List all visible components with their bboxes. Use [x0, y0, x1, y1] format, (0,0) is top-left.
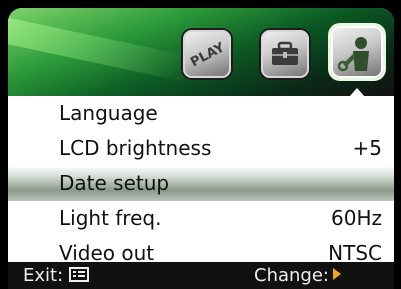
menu-item-label: Light freq. [59, 206, 162, 230]
setup-menu: Language LCD brightness +5 Date setup Li… [8, 96, 394, 271]
menu-item-label: Language [59, 101, 158, 125]
menu-item-lcd-brightness[interactable]: LCD brightness +5 [8, 131, 394, 166]
header-light-streak [8, 14, 199, 84]
tab-setup[interactable] [331, 26, 383, 78]
menu-item-label: LCD brightness [59, 136, 212, 160]
wrench-person-icon [337, 37, 369, 72]
footer-change-label: Change: [254, 265, 329, 286]
footer-exit-label: Exit: [23, 265, 64, 286]
menu-item-value: +5 [352, 136, 382, 160]
play-icon: PLAY [188, 40, 227, 70]
footer-change-hint: Change: [254, 262, 341, 289]
menu-item-label: Date setup [59, 171, 170, 195]
tab-toolbox[interactable] [261, 30, 309, 78]
footer-exit-hint: Exit: [23, 262, 90, 289]
menu-button-icon [69, 267, 90, 282]
menu-header: PLAY [8, 8, 394, 97]
tab-play[interactable]: PLAY [183, 30, 231, 78]
menu-item-value: 60Hz [331, 206, 382, 230]
right-arrow-icon [332, 268, 341, 280]
menu-item-light-freq[interactable]: Light freq. 60Hz [8, 201, 394, 236]
tab-play-label: PLAY [188, 40, 227, 70]
menu-item-language[interactable]: Language [8, 96, 394, 131]
camera-menu-screen: PLAY Language LCD brightness +5 Date set… [8, 8, 394, 285]
menu-item-date-setup[interactable]: Date setup [8, 166, 394, 201]
toolbox-icon [272, 41, 298, 65]
